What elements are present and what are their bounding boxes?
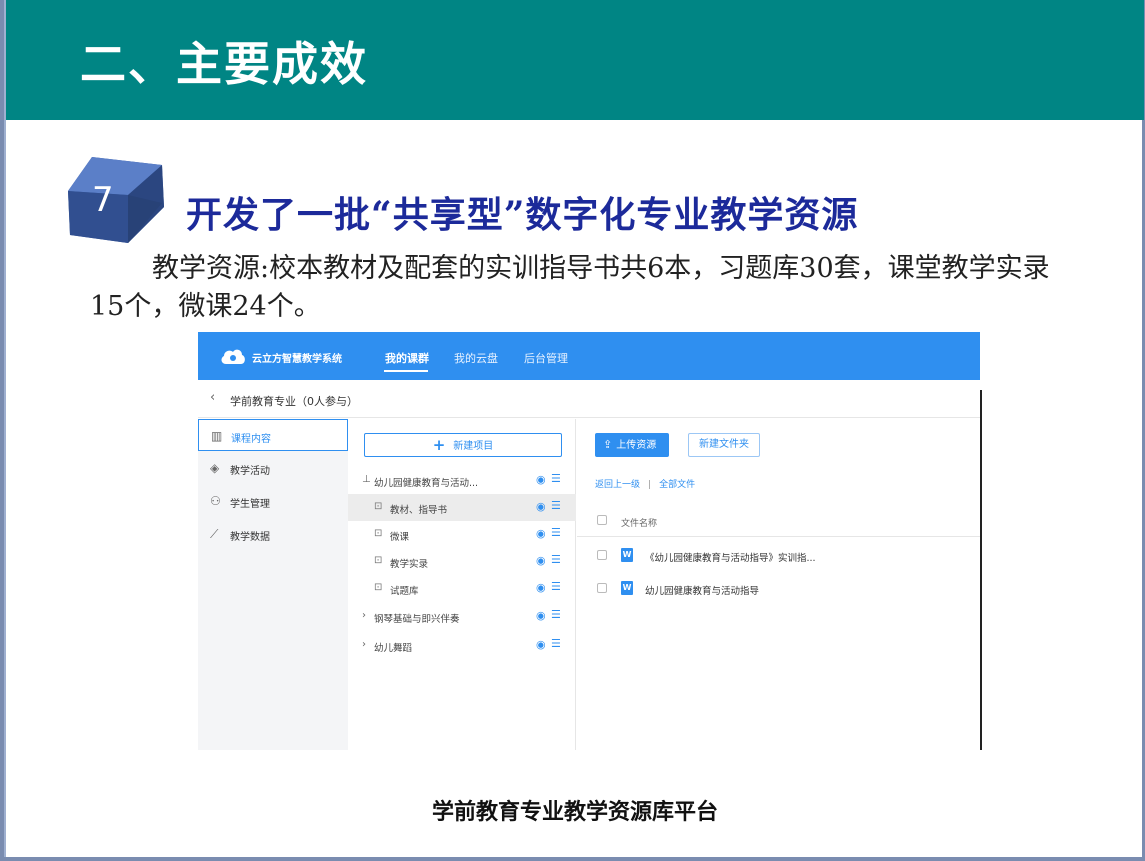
tree-row[interactable]: › 钢琴基础与即兴伴奏 ◉ ☰ [348, 603, 576, 630]
expand-icon[interactable]: › [362, 610, 366, 621]
select-all-checkbox[interactable] [597, 515, 607, 525]
folder-tree-icon: ⊡ [374, 582, 383, 593]
nav-admin[interactable]: 后台管理 [524, 350, 568, 366]
cloud-icon [221, 349, 245, 364]
sidebar-item-teaching-data[interactable]: ⟋ 教学数据 [198, 518, 348, 550]
menu-icon[interactable]: ☰ [551, 553, 561, 566]
sidebar: ▥ 课程内容 ◈ 教学活动 ⚇ 学生管理 ⟋ 教学数据 [198, 419, 348, 750]
file-name[interactable]: 《幼儿园健康教育与活动指导》实训指... [645, 550, 816, 564]
screenshot-edge [980, 390, 982, 750]
word-file-icon: W [621, 548, 633, 562]
sidebar-item-student-management[interactable]: ⚇ 学生管理 [198, 485, 348, 517]
tree-row-label: 幼儿园健康教育与活动... [374, 478, 479, 489]
badge-number: 7 [92, 180, 114, 220]
menu-icon[interactable]: ☰ [551, 637, 561, 650]
tag-icon: ◈ [210, 461, 220, 475]
collapse-icon[interactable]: ⊥ [362, 474, 371, 485]
nav-active-indicator [384, 370, 428, 372]
tree-row-label: 教学实录 [390, 559, 429, 570]
tree-row[interactable]: ⊥ 幼儿园健康教育与活动... ◉ ☰ [348, 467, 576, 494]
top-nav: 云立方智慧教学系统 我的课群 我的云盘 后台管理 [198, 332, 980, 380]
new-project-label: 新建项目 [453, 441, 494, 452]
all-files-link[interactable]: 全部文件 [659, 480, 695, 490]
platform-caption: 学前教育专业教学资源库平台 [431, 799, 718, 825]
tree-row[interactable]: ⊡ 教学实录 ◉ ☰ [348, 548, 576, 575]
eye-icon[interactable]: ◉ [536, 581, 546, 594]
chevron-left-icon[interactable]: ‹ [210, 390, 215, 405]
resource-paragraph: 教学资源:校本教材及配套的实训指导书共6本，习题库30套，课堂教学实录15个，微… [90, 253, 1050, 322]
app-screenshot: 云立方智慧教学系统 我的课群 我的云盘 后台管理 ‹ 学前教育专业（0人参与） … [198, 332, 980, 750]
tree-row-label: 钢琴基础与即兴伴奏 [374, 614, 460, 625]
nav-my-course-groups[interactable]: 我的课群 [385, 350, 429, 366]
tree-row[interactable]: ⊡ 试题库 ◉ ☰ [348, 575, 576, 602]
folder-tree-icon: ⊡ [374, 501, 383, 512]
file-nav-links: 返回上一级 | 全部文件 [595, 477, 695, 490]
file-name[interactable]: 幼儿园健康教育与活动指导 [645, 583, 759, 597]
sidebar-item-course-content[interactable]: ▥ 课程内容 [198, 419, 348, 451]
books-icon: ▥ [211, 429, 223, 443]
menu-icon[interactable]: ☰ [551, 472, 561, 485]
menu-icon[interactable]: ☰ [551, 608, 561, 621]
expand-icon[interactable]: › [362, 639, 366, 650]
menu-icon[interactable]: ☰ [551, 580, 561, 593]
eye-icon[interactable]: ◉ [536, 638, 546, 651]
file-row[interactable]: W 《幼儿园健康教育与活动指导》实训指... [577, 540, 980, 570]
sidebar-item-label: 教学数据 [230, 532, 270, 543]
tree-row-label: 幼儿舞蹈 [374, 643, 413, 654]
file-list-header: 文件名称 [577, 503, 980, 537]
number-badge [68, 157, 164, 243]
upload-resource-button[interactable]: ⇪ 上传资源 [595, 433, 669, 457]
sidebar-item-teaching-activity[interactable]: ◈ 教学活动 [198, 452, 348, 484]
go-up-link[interactable]: 返回上一级 [595, 480, 640, 490]
menu-icon[interactable]: ☰ [551, 499, 561, 512]
eye-icon[interactable]: ◉ [536, 500, 546, 513]
link-separator: | [648, 480, 652, 490]
tree-row-label: 教材、指导书 [390, 505, 448, 516]
title-bar: 二、主要成效 [6, 0, 1144, 120]
sidebar-item-label: 课程内容 [231, 434, 271, 445]
tree-row[interactable]: › 幼儿舞蹈 ◉ ☰ [348, 632, 576, 659]
file-checkbox[interactable] [597, 583, 607, 593]
upload-label: 上传资源 [616, 440, 657, 451]
eye-icon[interactable]: ◉ [536, 527, 546, 540]
plus-icon: + [432, 436, 446, 454]
tree-row-label: 微课 [390, 532, 410, 543]
course-title: 学前教育专业（0人参与） [230, 395, 358, 408]
eye-icon[interactable]: ◉ [536, 554, 546, 567]
column-file-name: 文件名称 [621, 519, 658, 529]
file-row[interactable]: W 幼儿园健康教育与活动指导 [577, 573, 980, 603]
word-file-icon: W [621, 581, 633, 595]
upload-icon: ⇪ [603, 438, 613, 451]
sidebar-item-label: 教学活动 [230, 466, 270, 477]
folder-tree-icon: ⊡ [374, 555, 383, 566]
breadcrumb: ‹ 学前教育专业（0人参与） [198, 380, 980, 418]
slide-title: 二、主要成效 [80, 37, 368, 91]
file-panel: ⇪ 上传资源 新建文件夹 返回上一级 | 全部文件 文件名称 W 《幼儿园健康教育与活… [577, 419, 980, 750]
brand-name: 云立方智慧教学系统 [252, 354, 342, 365]
new-folder-button[interactable]: 新建文件夹 [688, 433, 760, 457]
eye-icon[interactable]: ◉ [536, 473, 546, 486]
tree-row-label: 试题库 [390, 586, 419, 597]
file-checkbox[interactable] [597, 550, 607, 560]
eye-icon[interactable]: ◉ [536, 609, 546, 622]
users-icon: ⚇ [210, 494, 221, 508]
resource-tree: + 新建项目 ⊥ 幼儿园健康教育与活动... ◉ ☰ ⊡ 教材、指导书 ◉ ☰ ⊡… [348, 419, 576, 750]
sidebar-item-label: 学生管理 [230, 499, 270, 510]
menu-icon[interactable]: ☰ [551, 526, 561, 539]
tree-row[interactable]: ⊡ 教材、指导书 ◉ ☰ [348, 494, 576, 521]
nav-my-cloud-drive[interactable]: 我的云盘 [454, 350, 498, 366]
new-project-button[interactable]: + 新建项目 [364, 433, 562, 457]
tree-row[interactable]: ⊡ 微课 ◉ ☰ [348, 521, 576, 548]
folder-tree-icon: ⊡ [374, 528, 383, 539]
headline: 开发了一批“共享型”数字化专业教学资源 [186, 194, 859, 236]
trend-icon: ⟋ [210, 527, 219, 541]
